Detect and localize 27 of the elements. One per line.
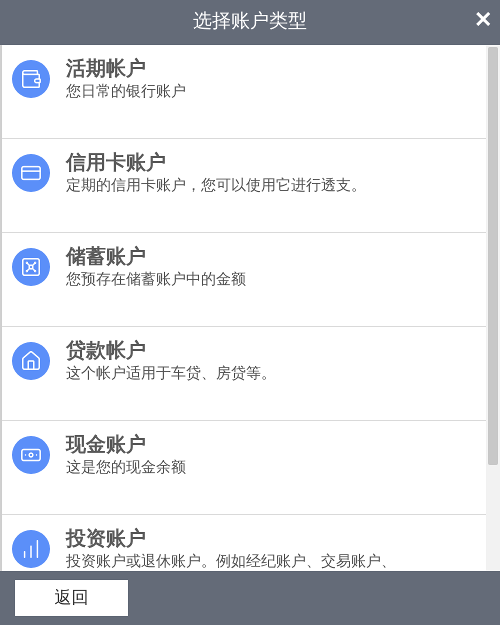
account-type-description: 这是您的现金余额 bbox=[66, 458, 186, 478]
account-type-item[interactable]: 信用卡账户 定期的信用卡账户，您可以使用它进行透支。 bbox=[2, 139, 486, 233]
account-type-title: 现金账户 bbox=[66, 433, 147, 457]
house-icon bbox=[12, 342, 50, 380]
account-type-item[interactable]: 贷款帐户 这个帐户适用于车贷、房贷等。 bbox=[2, 327, 486, 421]
account-type-title: 活期帐户 bbox=[66, 57, 147, 81]
credit-card-icon bbox=[12, 154, 50, 192]
banknote-icon bbox=[12, 436, 50, 474]
bar-chart-icon bbox=[12, 530, 50, 568]
close-button[interactable]: ✕ bbox=[474, 9, 492, 31]
account-type-item[interactable]: 储蓄账户 您预存在储蓄账户中的金额 bbox=[2, 233, 486, 327]
account-type-title: 贷款帐户 bbox=[66, 339, 147, 363]
account-type-item[interactable]: 现金账户 这是您的现金余额 bbox=[2, 421, 486, 515]
account-type-description: 定期的信用卡账户，您可以使用它进行透支。 bbox=[66, 176, 366, 196]
account-type-description: 您日常的银行账户 bbox=[66, 82, 186, 102]
account-type-title: 储蓄账户 bbox=[66, 245, 147, 269]
back-button[interactable]: 返回 bbox=[15, 580, 128, 616]
account-type-item[interactable]: 活期帐户 您日常的银行账户 bbox=[2, 45, 486, 139]
window-title: 选择账户类型 bbox=[193, 10, 307, 34]
account-type-description: 这个帐户适用于车贷、房贷等。 bbox=[66, 364, 276, 384]
account-type-description: 投资账户或退休账户。例如经纪账户、交易账户、 bbox=[66, 552, 396, 571]
scrollbar[interactable] bbox=[486, 45, 500, 571]
account-type-title: 投资账户 bbox=[66, 527, 147, 551]
account-type-description: 您预存在储蓄账户中的金额 bbox=[66, 270, 246, 290]
wallet-icon bbox=[12, 60, 50, 98]
account-type-title: 信用卡账户 bbox=[66, 151, 167, 175]
safe-icon bbox=[12, 248, 50, 286]
